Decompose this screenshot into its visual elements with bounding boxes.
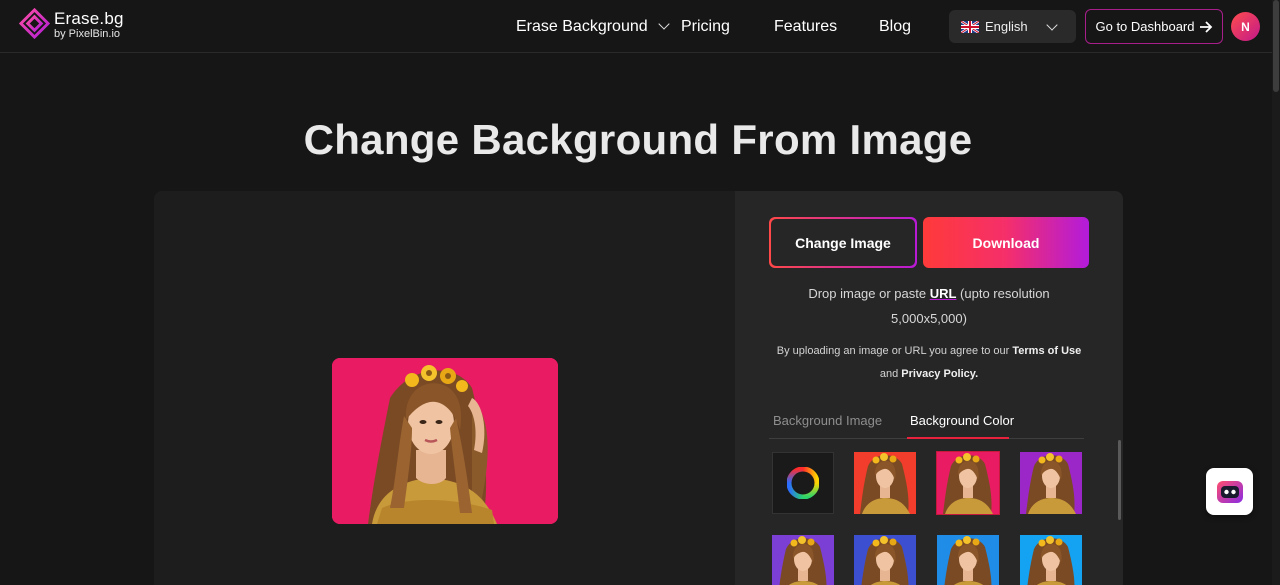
dashboard-label: Go to Dashboard <box>1095 19 1195 34</box>
swatch-scrollbar[interactable] <box>1118 440 1121 520</box>
chevron-down-icon <box>657 18 670 30</box>
language-label: English <box>985 19 1028 34</box>
nav-features[interactable]: Features <box>774 18 837 36</box>
language-select[interactable]: English <box>949 10 1076 43</box>
arrow-right-icon <box>1199 20 1212 33</box>
portrait-thumbnail <box>860 453 910 514</box>
nav-blog[interactable]: Blog <box>879 18 911 36</box>
drop-text-before: Drop image or paste <box>808 286 930 301</box>
nav-erase-background-label: Erase Background <box>516 18 648 35</box>
url-link[interactable]: URL <box>930 286 957 301</box>
active-tab-indicator <box>907 437 1009 439</box>
change-image-button[interactable]: Change Image <box>769 217 917 268</box>
chevron-down-icon <box>1046 19 1058 31</box>
portrait-thumbnail <box>943 453 993 514</box>
go-to-dashboard-button[interactable]: Go to Dashboard <box>1085 9 1223 44</box>
terms-notice: By uploading an image or URL you agree t… <box>775 340 1083 386</box>
top-nav-bar: Erase.bg by PixelBin.io Erase Background… <box>0 0 1280 53</box>
portrait-thumbnail <box>779 536 827 585</box>
nav-erase-background[interactable]: Erase Background <box>516 18 670 36</box>
avatar[interactable]: N <box>1231 12 1260 41</box>
color-swatch[interactable] <box>854 535 916 585</box>
color-swatch[interactable] <box>1020 535 1082 585</box>
color-swatch[interactable] <box>1020 452 1082 514</box>
color-swatch[interactable] <box>937 535 999 585</box>
logo-title: Erase.bg <box>54 9 124 28</box>
page-title: Change Background From Image <box>303 116 973 163</box>
erase-bg-logo[interactable]: Erase.bg by PixelBin.io <box>19 8 124 40</box>
portrait-thumbnail <box>944 536 992 585</box>
portrait-thumbnail <box>1027 536 1075 585</box>
page-scrollbar-thumb[interactable] <box>1273 0 1279 92</box>
color-wheel-icon <box>787 467 819 499</box>
color-swatch[interactable] <box>772 535 834 585</box>
privacy-policy-link[interactable]: Privacy Policy. <box>901 368 978 380</box>
result-preview-image <box>332 358 558 524</box>
color-swatch[interactable] <box>936 451 1000 515</box>
drop-instructions: Drop image or paste URL (upto resolution… <box>780 281 1078 331</box>
portrait-thumbnail <box>861 536 909 585</box>
tab-background-image[interactable]: Background Image <box>773 413 882 428</box>
portrait-thumbnail <box>1026 453 1076 514</box>
custom-color-picker[interactable] <box>772 452 834 514</box>
terms-text-mid: and <box>879 368 902 380</box>
nav-pricing[interactable]: Pricing <box>681 18 730 36</box>
download-button[interactable]: Download <box>923 217 1089 268</box>
terms-text-before: By uploading an image or URL you agree t… <box>776 345 1013 357</box>
portrait-image <box>332 358 558 524</box>
uk-flag-icon <box>961 20 979 33</box>
change-image-label: Change Image <box>771 219 915 266</box>
background-tabs: Background Image Background Color <box>769 406 1084 439</box>
tab-background-color[interactable]: Background Color <box>910 413 1014 428</box>
terms-of-use-link[interactable]: Terms of Use <box>1012 345 1081 357</box>
logo-icon <box>19 8 50 39</box>
chat-support-button[interactable] <box>1206 468 1253 515</box>
logo-subtitle: by PixelBin.io <box>54 28 121 40</box>
color-swatch[interactable] <box>854 452 916 514</box>
chat-bot-icon <box>1216 480 1243 503</box>
